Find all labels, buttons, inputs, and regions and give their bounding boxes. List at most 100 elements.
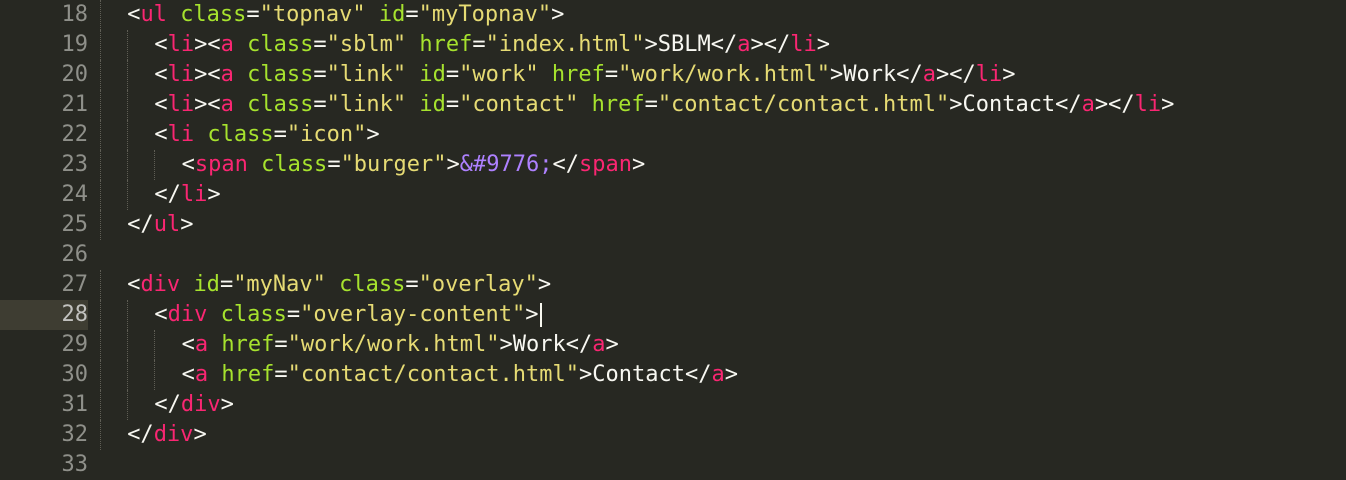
code-token: li (975, 62, 1003, 87)
code-token: span (194, 152, 248, 177)
indent-guide (127, 90, 129, 120)
code-line[interactable]: <li><a class="link" id="contact" href="c… (154, 90, 1174, 120)
code-line[interactable]: <div class="overlay-content"> (154, 300, 542, 330)
indent-guide (127, 150, 129, 180)
code-line[interactable]: </li> (154, 180, 220, 210)
indent-guide (154, 360, 156, 390)
code-token: a (737, 32, 751, 57)
indent-guide (127, 120, 129, 150)
code-token: = (273, 122, 287, 147)
line-number: 29 (0, 330, 89, 360)
code-token: class (180, 2, 247, 27)
code-line[interactable]: <a href="work/work.html">Work</a> (182, 330, 619, 360)
code-token: ></ (750, 32, 791, 57)
code-token: < (154, 302, 168, 327)
code-token: span (579, 152, 632, 177)
code-token: >< (194, 92, 221, 117)
code-token: </ (127, 212, 154, 237)
line-number: 19 (0, 30, 89, 60)
code-token: > (816, 32, 831, 57)
code-token: class (247, 62, 314, 87)
code-token: id (193, 272, 220, 297)
code-token: > (631, 152, 646, 177)
code-line[interactable]: <div id="myNav" class="overlay"> (127, 270, 551, 300)
code-token: ></ (935, 62, 976, 87)
code-token: href (221, 362, 275, 387)
line-number-text: 33 (61, 452, 89, 477)
code-token: >SBLM</ (644, 32, 738, 57)
text-cursor (539, 303, 542, 327)
code-token: &#9776; (459, 152, 553, 177)
code-token: "icon" (286, 122, 367, 147)
indent-guide (100, 0, 101, 30)
code-token: = (445, 92, 460, 117)
code-line[interactable]: <li class="icon"> (154, 120, 379, 150)
line-number: 20 (0, 60, 89, 90)
code-token: >< (194, 32, 221, 57)
indent-guide (100, 330, 101, 360)
code-token: > (207, 182, 221, 207)
code-token: > (193, 422, 207, 447)
line-number: 18 (0, 0, 89, 30)
line-number-text: 23 (61, 152, 89, 177)
code-token: class (261, 152, 328, 177)
code-token: class (207, 122, 274, 147)
indent-guide (100, 210, 101, 240)
code-line[interactable]: <li><a class="sblm" href="index.html">SB… (154, 30, 830, 60)
code-token: </ (154, 392, 181, 417)
code-token: < (181, 332, 195, 357)
code-token: "contact/contact.html" (657, 92, 950, 117)
code-line[interactable]: </ul> (127, 210, 193, 240)
code-token: "sblm" (326, 32, 407, 57)
code-token: a (194, 362, 209, 387)
code-token: = (604, 62, 619, 87)
line-number-text: 31 (61, 392, 89, 417)
code-token: li (180, 182, 208, 207)
code-token: div (167, 302, 208, 327)
line-number: 24 (0, 180, 89, 210)
code-token: div (140, 272, 181, 297)
code-token: </ (154, 182, 181, 207)
code-token: </ (127, 422, 154, 447)
code-line[interactable]: <span class="burger">&#9776;</span> (182, 150, 646, 180)
code-token: >< (194, 62, 221, 87)
code-token: li (167, 92, 195, 117)
line-number-text: 24 (61, 182, 89, 207)
indent-guide (100, 420, 101, 450)
code-token: a (220, 92, 234, 117)
indent-guide (127, 390, 129, 420)
indent-guide (100, 30, 101, 60)
code-token: > (220, 392, 234, 417)
code-token: > (1161, 92, 1175, 117)
code-token: < (154, 32, 168, 57)
code-token: id (378, 2, 406, 27)
line-number-text: 19 (61, 32, 89, 57)
line-number: 30 (0, 360, 89, 390)
line-number-text: 27 (61, 272, 89, 297)
code-token: "overlay" (418, 272, 538, 297)
code-token: "contact/contact.html" (287, 362, 579, 387)
code-line[interactable]: </div> (154, 390, 234, 420)
code-editor[interactable]: 18 19 20 21 22 23 24 25 26 27 28 29 30 31 32 33 <ul cla… (0, 0, 1346, 480)
code-line[interactable]: </div> (127, 420, 207, 450)
code-line[interactable]: <a href="contact/contact.html">Contact</… (182, 360, 738, 390)
code-line[interactable]: <li><a class="link" id="work" href="work… (154, 60, 1015, 90)
code-token: "work/work.html" (287, 332, 500, 357)
code-token: "burger" (340, 152, 447, 177)
line-number: 32 (0, 420, 89, 450)
code-token: = (286, 302, 301, 327)
indent-guide (100, 60, 101, 90)
code-line[interactable]: <ul class="topnav" id="myTopnav"> (127, 0, 564, 30)
code-token: = (405, 2, 419, 27)
code-token: </ (552, 152, 580, 177)
line-number-text: 25 (61, 212, 89, 237)
code-token: class (247, 32, 314, 57)
indent-guide (100, 120, 101, 150)
code-token: < (154, 122, 168, 147)
line-number: 25 (0, 210, 89, 240)
